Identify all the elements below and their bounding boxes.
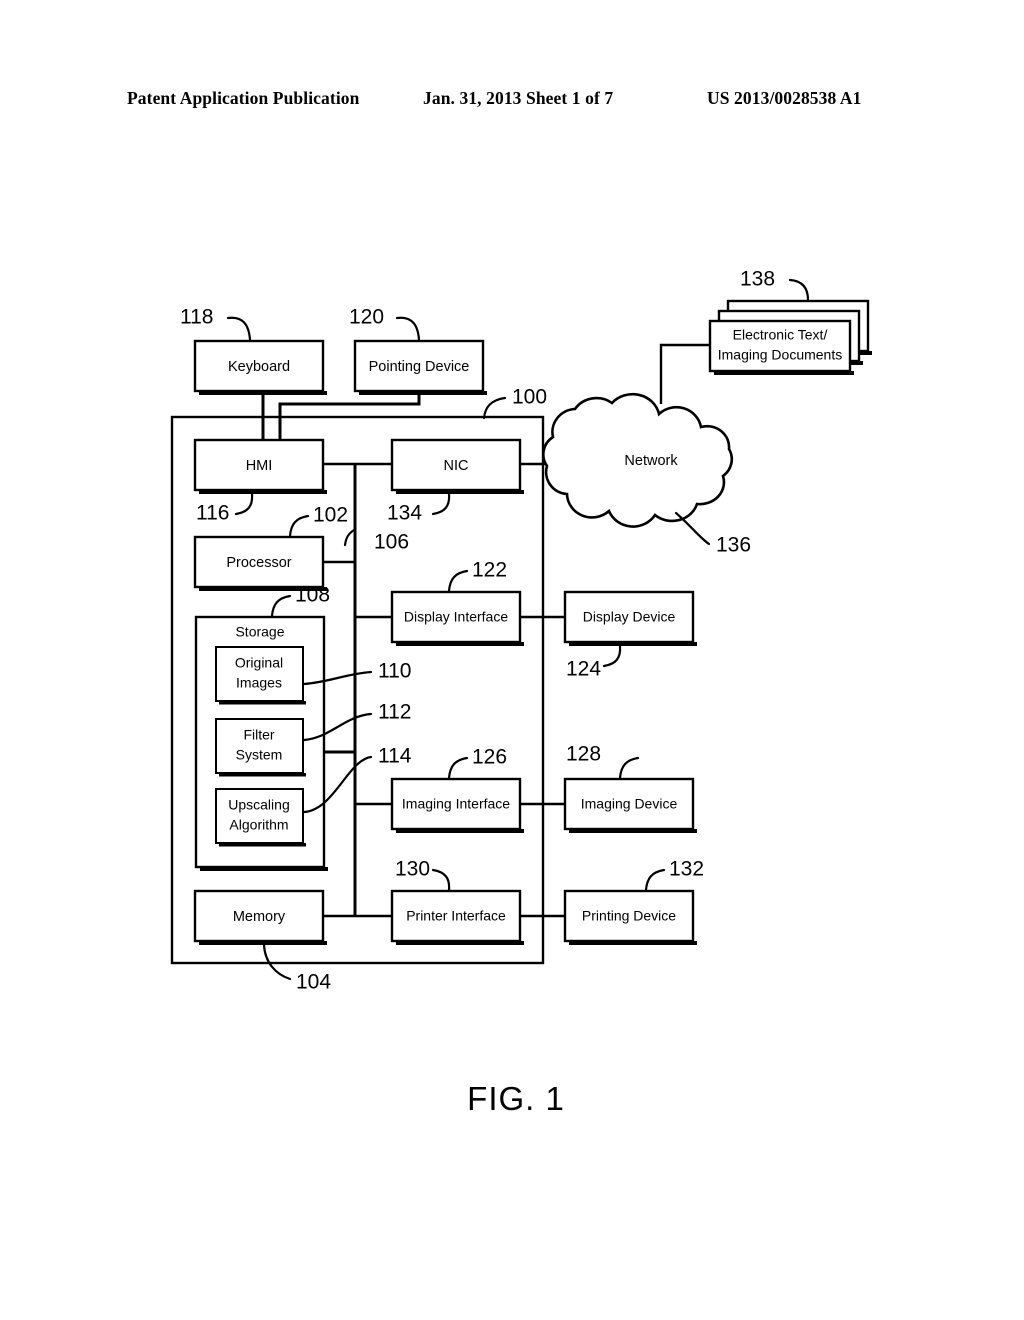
refnum-pointing-device: 120 <box>349 306 384 329</box>
label-display-device: Display Device <box>583 609 676 625</box>
leader-network <box>674 511 711 546</box>
label-storage: Storage <box>235 624 284 640</box>
box-printer-interface-shadow <box>396 941 524 945</box>
refnum-filter-system: 112 <box>378 701 411 724</box>
refnum-network: 136 <box>716 534 751 557</box>
box-display-interface-shadow <box>396 642 524 646</box>
leader-display-device <box>602 644 622 668</box>
label-original-images-line1: Original <box>235 655 283 671</box>
figure-1-diagram: Keyboard Pointing Device HMI NIC Process… <box>170 268 872 1117</box>
refnum-display-interface: 122 <box>472 559 507 582</box>
box-upscaling-algorithm-shadow <box>219 843 306 847</box>
label-network: Network <box>624 453 678 469</box>
box-display-device-shadow <box>569 642 697 646</box>
box-nic-shadow <box>396 490 524 494</box>
refnum-hmi: 116 <box>196 502 229 525</box>
refnum-bus: 106 <box>374 531 409 554</box>
box-documents-front-shadow <box>714 371 854 375</box>
label-nic: NIC <box>444 458 469 474</box>
label-imaging-device: Imaging Device <box>581 796 678 812</box>
label-keyboard: Keyboard <box>228 359 290 375</box>
label-original-images-line2: Images <box>236 675 282 691</box>
refnum-original-images: 110 <box>378 660 411 683</box>
refnum-storage: 108 <box>295 584 330 607</box>
label-filter-system-line1: Filter <box>243 727 274 743</box>
figure-caption: FIG. 1 <box>467 1080 565 1117</box>
box-filter-system-shadow <box>219 773 306 777</box>
label-pointing-device: Pointing Device <box>369 359 470 375</box>
refnum-processor: 102 <box>313 504 348 527</box>
refnum-computing-device: 104 <box>296 971 331 994</box>
patent-page: Patent Application Publication Jan. 31, … <box>0 0 1024 1320</box>
box-printing-device-shadow <box>569 941 697 945</box>
refnum-system: 100 <box>512 386 547 409</box>
leader-system <box>482 396 507 420</box>
label-documents-line2: Imaging Documents <box>718 347 843 363</box>
refnum-imaging-interface: 126 <box>472 746 507 769</box>
label-processor: Processor <box>226 555 291 571</box>
wire-network-to-documents <box>659 343 710 404</box>
box-original-images-shadow <box>219 701 306 705</box>
label-hmi: HMI <box>246 458 273 474</box>
label-upscaling-line2: Algorithm <box>229 817 288 833</box>
label-printing-device: Printing Device <box>582 908 676 924</box>
label-filter-system-line2: System <box>236 747 283 763</box>
refnum-keyboard: 118 <box>180 306 213 329</box>
box-storage-shadow <box>200 867 328 871</box>
box-hmi-shadow <box>199 490 327 494</box>
box-imaging-interface-shadow <box>396 829 524 833</box>
leader-pointing-device <box>395 316 421 342</box>
refnum-nic: 134 <box>387 502 422 525</box>
refnum-display-device: 124 <box>566 658 601 681</box>
box-memory-shadow <box>199 941 327 945</box>
label-printer-interface: Printer Interface <box>406 908 506 924</box>
leader-printing-device <box>644 868 666 892</box>
refnum-printer-interface: 130 <box>395 858 430 881</box>
box-imaging-device-shadow <box>569 829 697 833</box>
box-pointing-device-shadow <box>359 391 487 395</box>
label-upscaling-line1: Upscaling <box>228 797 289 813</box>
leader-documents <box>788 278 810 302</box>
leader-keyboard <box>226 316 252 342</box>
label-documents-line1: Electronic Text/ <box>733 327 828 343</box>
refnum-printing-device: 132 <box>669 858 704 881</box>
refnum-documents: 138 <box>740 268 775 291</box>
label-memory: Memory <box>233 909 286 925</box>
label-imaging-interface: Imaging Interface <box>402 796 510 812</box>
leader-imaging-device <box>618 756 640 780</box>
label-display-interface: Display Interface <box>404 609 508 625</box>
refnum-upscaling-algorithm: 114 <box>378 745 412 768</box>
refnum-imaging-device: 128 <box>566 743 601 766</box>
